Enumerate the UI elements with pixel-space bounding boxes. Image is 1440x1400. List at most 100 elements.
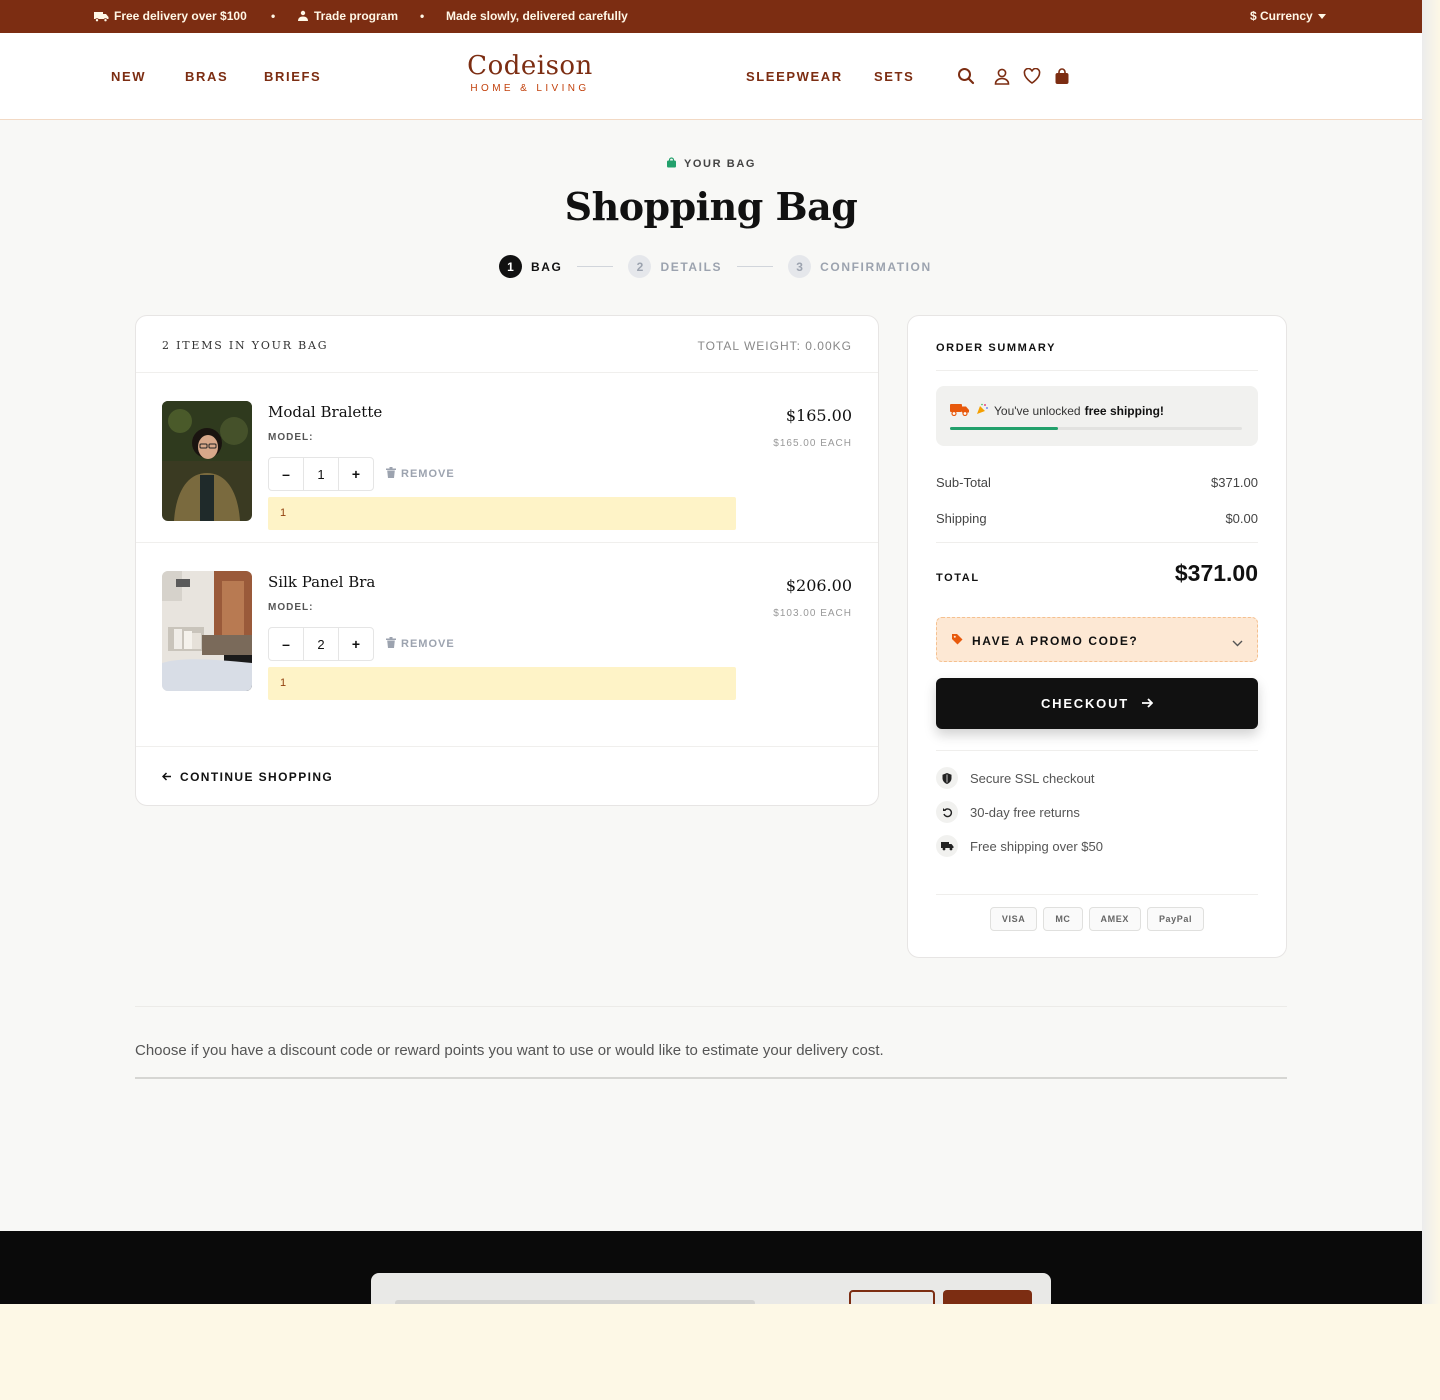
separator-dot: • <box>271 9 276 23</box>
step-3-label: CONFIRMATION <box>820 259 932 274</box>
quantity-stepper: – 2 + <box>268 627 374 661</box>
nav-sets[interactable]: SETS <box>874 69 914 84</box>
free-shipping-banner: You've unlocked free shipping! <box>936 386 1258 446</box>
currency-label: $ Currency <box>1250 9 1313 23</box>
step-2-label: DETAILS <box>660 259 723 274</box>
checkout-button[interactable]: CHECKOUT <box>936 678 1258 729</box>
increase-quantity-button[interactable]: + <box>339 458 373 490</box>
separator-dot: • <box>420 9 425 23</box>
decrease-quantity-button[interactable]: – <box>269 628 303 660</box>
trust-item: Free shipping over $50 <box>936 835 1103 857</box>
quantity-value[interactable]: 2 <box>303 628 339 660</box>
product-model: MODEL: <box>268 432 314 443</box>
free-shipping-progress <box>950 427 1242 430</box>
payment-visa-badge: VISA <box>989 907 1038 931</box>
trash-icon <box>386 637 396 651</box>
made-slowly-notice: Made slowly, delivered carefully <box>446 9 628 23</box>
hand-icon <box>297 10 309 22</box>
nav-briefs[interactable]: BRIEFS <box>264 69 321 84</box>
increase-quantity-button[interactable]: + <box>339 628 373 660</box>
item-note: 1 <box>268 497 736 530</box>
trust-text: Secure SSL checkout <box>970 770 1095 786</box>
section-divider <box>135 1006 1287 1007</box>
cookie-decline-button[interactable] <box>849 1290 935 1304</box>
subtotal-label: Sub-Total <box>936 475 991 490</box>
trade-program-text: Trade program <box>314 9 399 23</box>
shield-icon <box>936 767 958 789</box>
arrow-left-icon <box>161 770 172 784</box>
product-name[interactable]: Modal Bralette <box>268 403 382 421</box>
promo-code-toggle[interactable]: HAVE A PROMO CODE? <box>936 617 1258 662</box>
made-slowly-text: Made slowly, delivered carefully <box>446 9 628 23</box>
truck-icon <box>94 11 109 22</box>
decrease-quantity-button[interactable]: – <box>269 458 303 490</box>
subtotal-row: Sub-Total $371.00 <box>936 475 1258 490</box>
order-summary-card: ORDER SUMMARY You've unlocked free shippi… <box>907 315 1287 958</box>
nav-new[interactable]: NEW <box>111 69 146 84</box>
item-unit-price: $165.00 EACH <box>773 438 852 449</box>
announcement-bar: Free delivery over $100 • Trade program … <box>0 0 1422 33</box>
free-shipping-message: You've unlocked free shipping! <box>950 402 1164 419</box>
product-image[interactable] <box>162 571 252 691</box>
step-connector <box>577 266 614 267</box>
cookie-banner-text <box>395 1300 755 1304</box>
divider <box>936 542 1258 543</box>
remove-item-button[interactable]: REMOVE <box>386 467 455 481</box>
free-shipping-emphasis: free shipping! <box>1084 403 1164 418</box>
order-summary-title: ORDER SUMMARY <box>936 342 1057 354</box>
cookie-banner <box>371 1273 1051 1304</box>
logo[interactable]: Codeison HOME & LIVING <box>450 51 610 94</box>
cart-item: Silk Panel Bra MODEL: – 2 + REMOVE 1 $20… <box>136 543 878 713</box>
product-model: MODEL: <box>268 602 314 613</box>
search-icon[interactable] <box>956 66 976 86</box>
bag-icon <box>666 157 677 171</box>
bag-items-card: 2 ITEMS IN YOUR BAG TOTAL WEIGHT: 0.00KG <box>135 315 879 806</box>
remove-item-button[interactable]: REMOVE <box>386 637 455 651</box>
cookie-accept-button[interactable] <box>943 1290 1032 1304</box>
page-title: Shopping Bag <box>564 184 858 229</box>
free-delivery-text: Free delivery over $100 <box>114 9 247 23</box>
checkout-label: CHECKOUT <box>1040 696 1130 711</box>
product-image[interactable] <box>162 401 252 521</box>
trust-item: Secure SSL checkout <box>936 767 1095 789</box>
bag-total-weight: TOTAL WEIGHT: 0.00KG <box>697 339 852 353</box>
total-label: TOTAL <box>936 572 980 584</box>
tag-icon <box>951 633 963 648</box>
bag-footer: CONTINUE SHOPPING <box>136 746 878 806</box>
divider <box>936 750 1258 751</box>
trust-text: 30-day free returns <box>970 804 1080 820</box>
divider <box>936 894 1258 895</box>
shipping-row: Shipping $0.00 <box>936 511 1258 526</box>
currency-selector[interactable]: $ Currency <box>1250 9 1326 23</box>
nav-bras[interactable]: BRAS <box>185 69 228 84</box>
payment-paypal-badge: PayPal <box>1146 907 1205 931</box>
step-3-number: 3 <box>788 255 812 278</box>
cart-item: Modal Bralette MODEL: – 1 + REMOVE 1 $16… <box>136 373 878 543</box>
scrollbar-gutter <box>1422 0 1440 1304</box>
step-connector <box>737 266 774 267</box>
divider <box>936 370 1258 371</box>
return-arrow-icon <box>936 801 958 823</box>
wishlist-heart-icon[interactable] <box>1022 66 1042 86</box>
continue-shopping-link[interactable]: CONTINUE SHOPPING <box>161 770 333 784</box>
quantity-value[interactable]: 1 <box>303 458 339 490</box>
arrow-right-icon <box>1141 696 1154 711</box>
delivery-truck-icon <box>950 402 970 419</box>
item-unit-price: $103.00 EACH <box>773 608 852 619</box>
shipping-value: $0.00 <box>1225 511 1258 526</box>
bag-item-count: 2 ITEMS IN YOUR BAG <box>162 339 329 352</box>
nav-sleepwear[interactable]: SLEEPWEAR <box>746 69 843 84</box>
product-name[interactable]: Silk Panel Bra <box>268 573 375 591</box>
account-icon[interactable] <box>992 66 1012 86</box>
remove-label: REMOVE <box>401 638 455 650</box>
page: Free delivery over $100 • Trade program … <box>0 0 1422 1304</box>
subtotal-value: $371.00 <box>1211 475 1258 490</box>
checkout-steps: 1 BAG 2 DETAILS 3 CONFIRMATION <box>499 255 932 278</box>
trade-program-link[interactable]: Trade program <box>297 9 398 23</box>
shopping-bag-icon[interactable] <box>1052 66 1072 86</box>
item-price: $206.00 <box>785 576 852 595</box>
shipping-label: Shipping <box>936 511 987 526</box>
shipping-truck-icon <box>936 835 958 857</box>
site-footer <box>0 1231 1422 1304</box>
payment-mastercard-badge: MC <box>1043 907 1083 931</box>
